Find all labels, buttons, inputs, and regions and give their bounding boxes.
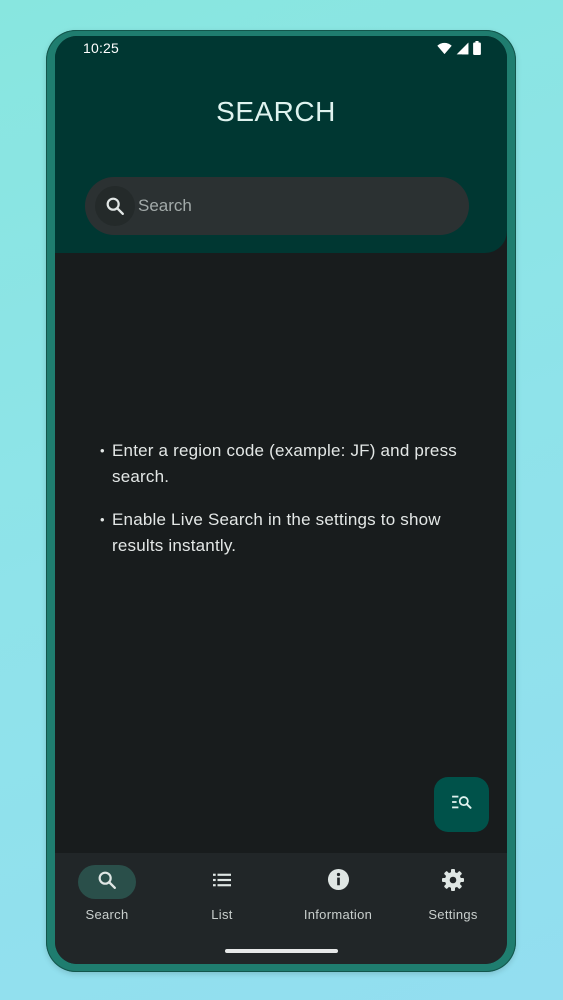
- nav-label: Information: [303, 907, 373, 922]
- status-bar: 10:25: [55, 36, 507, 60]
- status-icons: [437, 41, 481, 60]
- nav-active-indicator: [78, 865, 136, 899]
- battery-icon: [473, 41, 481, 60]
- nav-label: Settings: [428, 907, 478, 922]
- tip-item: • Enable Live Search in the settings to …: [100, 507, 460, 559]
- tip-item: • Enter a region code (example: JF) and …: [100, 438, 460, 490]
- search-bar[interactable]: [85, 177, 469, 235]
- status-time: 10:25: [83, 40, 120, 56]
- nav-label: Search: [85, 907, 129, 922]
- nav-item-search[interactable]: Search: [55, 865, 165, 925]
- wifi-icon: [437, 42, 452, 60]
- app-screen: 10:25 SEARCH • Enter a r: [55, 36, 507, 964]
- bullet: •: [100, 512, 105, 527]
- list-icon: [211, 871, 233, 894]
- nav-item-information[interactable]: Information: [286, 865, 396, 925]
- bullet: •: [100, 443, 105, 458]
- nav-item-settings[interactable]: Settings: [401, 865, 507, 925]
- bottom-navigation: Search List Information Settings: [55, 853, 507, 964]
- search-icon[interactable]: [95, 186, 135, 226]
- nav-icon-holder: [193, 865, 251, 899]
- search-icon: [96, 869, 118, 896]
- tips-list: • Enter a region code (example: JF) and …: [100, 438, 460, 576]
- cellular-signal-icon: [456, 42, 469, 60]
- page-title: SEARCH: [216, 96, 336, 127]
- nav-label: List: [211, 907, 233, 922]
- nav-item-list[interactable]: List: [170, 865, 280, 925]
- home-indicator[interactable]: [225, 949, 338, 953]
- search-list-icon: [451, 793, 473, 816]
- search-input[interactable]: [135, 177, 448, 235]
- nav-icon-holder: [309, 865, 367, 899]
- info-icon: [327, 868, 350, 896]
- tip-text: Enable Live Search in the settings to sh…: [112, 510, 441, 555]
- gear-icon: [441, 868, 465, 897]
- search-list-button[interactable]: [434, 777, 489, 832]
- app-header: 10:25 SEARCH: [55, 36, 507, 253]
- tip-text: Enter a region code (example: JF) and pr…: [112, 441, 457, 486]
- nav-icon-holder: [424, 865, 482, 899]
